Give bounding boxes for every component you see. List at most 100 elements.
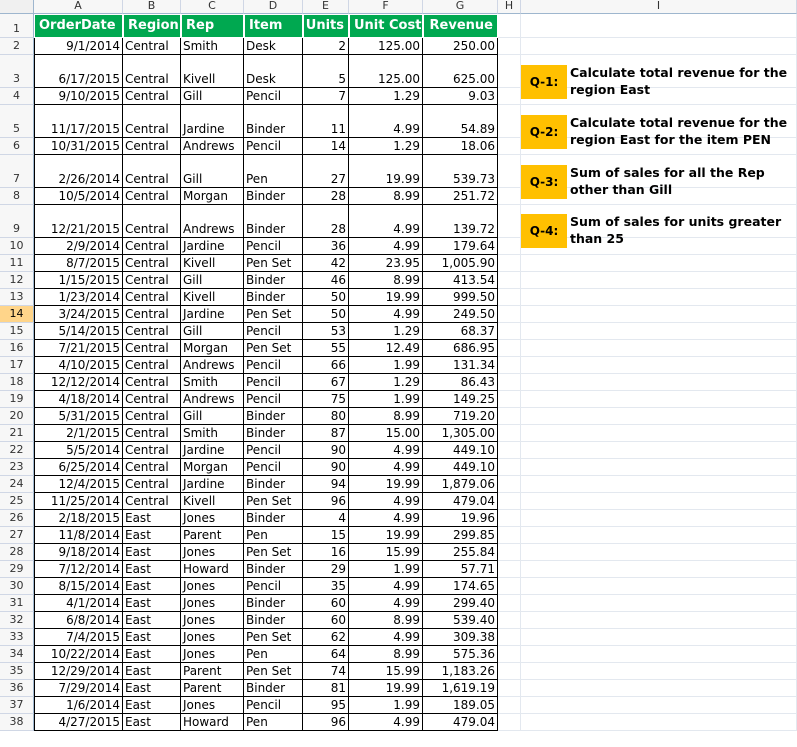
table-cell[interactable]: Gill (181, 272, 244, 289)
table-cell[interactable]: 4.99 (349, 493, 423, 510)
row-header-10[interactable]: 10 (0, 238, 34, 255)
empty-cell[interactable] (498, 612, 521, 629)
table-cell[interactable]: East (123, 595, 181, 612)
table-cell[interactable]: 96 (303, 714, 349, 731)
empty-cell[interactable] (521, 425, 797, 442)
empty-cell[interactable] (521, 646, 797, 663)
empty-cell[interactable] (521, 680, 797, 697)
empty-cell[interactable] (521, 510, 797, 527)
table-cell[interactable]: Gill (181, 88, 244, 105)
table-cell[interactable]: 449.10 (423, 442, 498, 459)
table-cell[interactable]: 8.99 (349, 612, 423, 629)
table-cell[interactable]: 68.37 (423, 323, 498, 340)
table-cell[interactable]: Jones (181, 544, 244, 561)
empty-cell[interactable] (498, 391, 521, 408)
table-cell[interactable]: 86.43 (423, 374, 498, 391)
empty-cell[interactable] (521, 697, 797, 714)
table-cell[interactable]: Pen Set (244, 340, 303, 357)
table-cell[interactable]: 1.29 (349, 88, 423, 105)
table-cell[interactable]: 479.04 (423, 493, 498, 510)
empty-cell[interactable] (521, 629, 797, 646)
empty-cell[interactable] (498, 88, 521, 105)
table-cell[interactable]: 139.72 (423, 205, 498, 238)
table-cell[interactable]: 1.99 (349, 697, 423, 714)
empty-cell[interactable] (498, 55, 521, 88)
table-cell[interactable]: 90 (303, 442, 349, 459)
table-cell[interactable]: 15 (303, 527, 349, 544)
table-cell[interactable]: Gill (181, 408, 244, 425)
table-cell[interactable]: 4.99 (349, 205, 423, 238)
column-header-d[interactable]: D (244, 0, 303, 14)
table-cell[interactable]: Howard (181, 714, 244, 731)
table-cell[interactable]: 54.89 (423, 105, 498, 138)
table-cell[interactable]: 28 (303, 188, 349, 205)
table-cell[interactable]: Pencil (244, 374, 303, 391)
table-cell[interactable]: Central (123, 425, 181, 442)
table-cell[interactable]: 1.99 (349, 391, 423, 408)
table-cell[interactable]: Pencil (244, 391, 303, 408)
table-cell[interactable]: 8.99 (349, 408, 423, 425)
table-cell[interactable]: Central (123, 391, 181, 408)
table-cell[interactable]: Central (123, 38, 181, 55)
table-cell[interactable]: 255.84 (423, 544, 498, 561)
table-cell[interactable]: 4.99 (349, 306, 423, 323)
table-cell[interactable]: 4.99 (349, 714, 423, 731)
table-cell[interactable]: Pen (244, 646, 303, 663)
empty-cell[interactable] (521, 306, 797, 323)
empty-cell[interactable] (498, 374, 521, 391)
table-cell[interactable]: 75 (303, 391, 349, 408)
table-cell[interactable]: Central (123, 238, 181, 255)
empty-cell[interactable] (498, 629, 521, 646)
empty-cell[interactable] (498, 306, 521, 323)
empty-cell[interactable] (498, 38, 521, 55)
table-cell[interactable]: Pen (244, 155, 303, 188)
table-cell[interactable]: 131.34 (423, 357, 498, 374)
table-cell[interactable]: Jones (181, 697, 244, 714)
column-header-i[interactable]: I (521, 0, 797, 14)
table-cell[interactable]: East (123, 646, 181, 663)
table-cell[interactable]: Desk (244, 38, 303, 55)
table-cell[interactable]: 5/5/2014 (34, 442, 123, 459)
empty-cell[interactable] (498, 255, 521, 272)
table-cell[interactable]: 1/15/2015 (34, 272, 123, 289)
table-cell[interactable]: 19.99 (349, 680, 423, 697)
empty-cell[interactable] (498, 14, 521, 38)
column-header-h[interactable]: H (498, 0, 521, 14)
table-cell[interactable]: Binder (244, 289, 303, 306)
table-cell[interactable]: East (123, 561, 181, 578)
table-cell[interactable]: 7/4/2015 (34, 629, 123, 646)
table-cell[interactable]: Jardine (181, 238, 244, 255)
table-cell[interactable]: Binder (244, 425, 303, 442)
table-cell[interactable]: 9/1/2014 (34, 38, 123, 55)
table-cell[interactable]: 4 (303, 510, 349, 527)
table-cell[interactable]: Andrews (181, 138, 244, 155)
empty-cell[interactable] (521, 544, 797, 561)
table-cell[interactable]: Central (123, 476, 181, 493)
table-cell[interactable]: Binder (244, 272, 303, 289)
table-cell[interactable]: 12/29/2014 (34, 663, 123, 680)
table-cell[interactable]: 4.99 (349, 238, 423, 255)
empty-cell[interactable] (498, 138, 521, 155)
table-cell[interactable]: 8.99 (349, 188, 423, 205)
table-cell[interactable]: 46 (303, 272, 349, 289)
empty-cell[interactable] (498, 493, 521, 510)
empty-cell[interactable] (521, 14, 797, 38)
table-cell[interactable]: 189.05 (423, 697, 498, 714)
table-cell[interactable]: 299.85 (423, 527, 498, 544)
row-header-35[interactable]: 35 (0, 663, 34, 680)
row-header-11[interactable]: 11 (0, 255, 34, 272)
table-cell[interactable]: Binder (244, 561, 303, 578)
table-cell[interactable]: 251.72 (423, 188, 498, 205)
table-cell[interactable]: 6/25/2014 (34, 459, 123, 476)
table-cell[interactable]: 80 (303, 408, 349, 425)
table-cell[interactable]: 2/9/2014 (34, 238, 123, 255)
table-cell[interactable]: 7/21/2015 (34, 340, 123, 357)
empty-cell[interactable] (521, 561, 797, 578)
row-header-12[interactable]: 12 (0, 272, 34, 289)
table-cell[interactable]: Pencil (244, 138, 303, 155)
table-cell[interactable]: Central (123, 408, 181, 425)
empty-cell[interactable] (521, 442, 797, 459)
row-header-38[interactable]: 38 (0, 714, 34, 731)
table-cell[interactable]: Binder (244, 680, 303, 697)
table-cell[interactable]: Central (123, 340, 181, 357)
